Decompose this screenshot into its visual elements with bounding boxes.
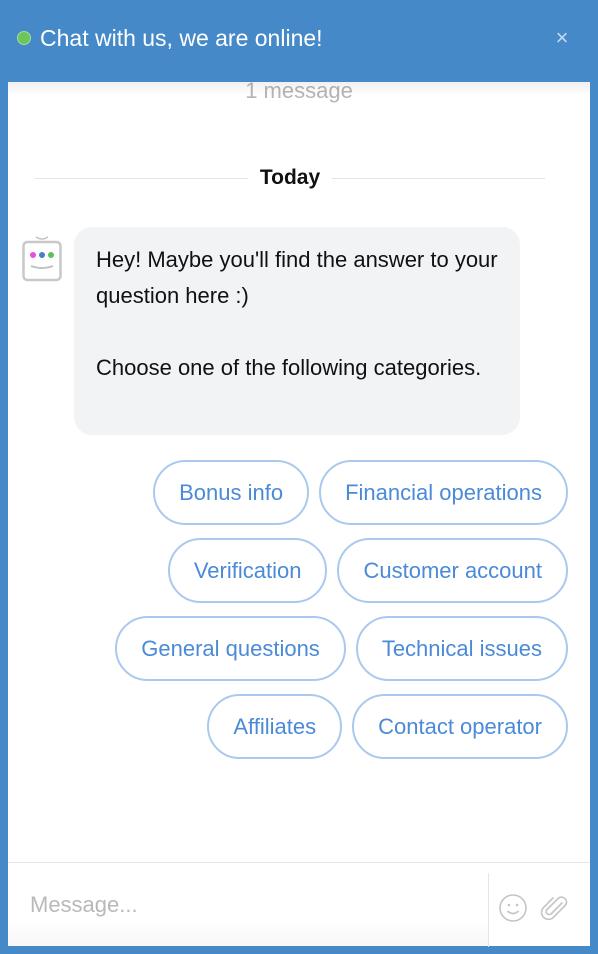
quick-reply-bonus-info[interactable]: Bonus info	[153, 460, 310, 525]
online-status-icon	[17, 31, 31, 45]
bot-avatar	[22, 234, 62, 282]
quick-reply-technical-issues[interactable]: Technical issues	[355, 616, 568, 681]
quick-reply-customer-account[interactable]: Customer account	[337, 538, 568, 603]
robot-icon	[22, 236, 62, 282]
paperclip-icon	[540, 896, 568, 921]
date-label: Today	[259, 166, 321, 189]
smiley-icon	[499, 894, 527, 922]
message-paragraph: Hey! Maybe you'll find the answer to you…	[96, 247, 498, 308]
message-input[interactable]	[8, 863, 488, 946]
chat-header: Chat with us, we are online! ×	[8, 8, 590, 82]
quick-reply-general-questions[interactable]: General questions	[115, 616, 346, 681]
divider-line	[35, 177, 248, 179]
quick-reply-affiliates[interactable]: Affiliates	[207, 694, 343, 759]
attach-button[interactable]	[540, 893, 570, 923]
quick-reply-financial-operations[interactable]: Financial operations	[319, 460, 568, 525]
emoji-button[interactable]	[498, 893, 528, 923]
message-composer	[8, 862, 590, 947]
message-paragraph: Choose one of the following categories.	[96, 355, 482, 380]
chat-body[interactable]: 1 message Today Hey! Maybe you'll find t…	[8, 82, 590, 862]
close-button[interactable]: ×	[550, 24, 574, 52]
quick-reply-contact-operator[interactable]: Contact operator	[352, 694, 568, 759]
date-separator: Today	[35, 164, 546, 192]
chat-widget: Chat with us, we are online! × 1 message…	[0, 0, 598, 954]
header-shadow	[8, 82, 590, 96]
composer-divider	[488, 873, 489, 947]
chat-title: Chat with us, we are online!	[40, 25, 323, 51]
divider-line	[332, 177, 546, 179]
bot-message-bubble: Hey! Maybe you'll find the answer to you…	[74, 227, 520, 435]
quick-reply-list: Bonus info Financial operations Verifica…	[74, 460, 568, 759]
quick-reply-verification[interactable]: Verification	[167, 538, 328, 603]
